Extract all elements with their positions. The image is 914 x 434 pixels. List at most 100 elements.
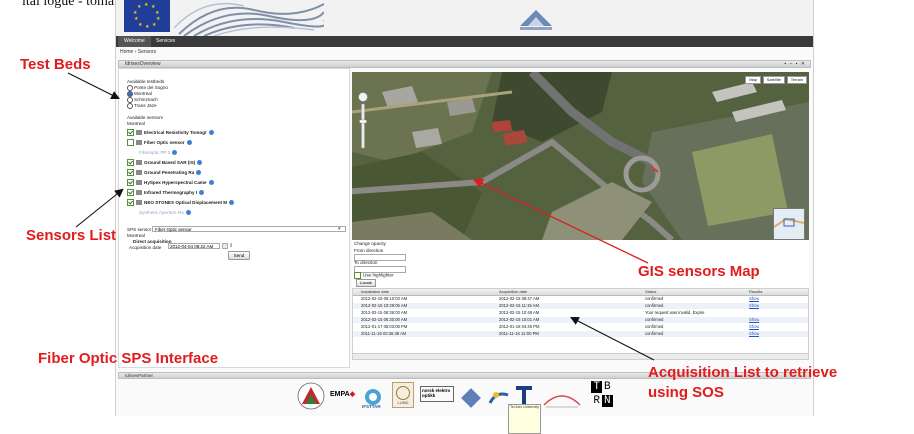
show-link[interactable]: Show	[749, 331, 759, 337]
table-cell: 2011-11-16 12:00 PM	[499, 331, 539, 336]
banner-swirl-graphic	[174, 2, 324, 36]
map-type-terrain-button[interactable]: Terrain	[786, 76, 807, 84]
info-icon[interactable]	[185, 210, 191, 216]
use-highlighter-option[interactable]: Use highlighter	[354, 272, 394, 279]
optical-icon	[136, 200, 142, 206]
sensor-checkbox[interactable]	[127, 169, 134, 177]
info-icon[interactable]	[197, 160, 203, 166]
project-logo-icon	[520, 10, 552, 30]
calendar-icon[interactable]	[222, 243, 228, 249]
table-row[interactable]: 2012-01-17 05:03:08 PM 2012-01-18 04:40 P…	[353, 324, 808, 330]
sensor-item[interactable]: Ground Penetrating Ra	[127, 168, 234, 178]
overview-minimap[interactable]	[773, 208, 805, 240]
send-button[interactable]: Send	[228, 251, 250, 260]
grid-header: Installation date Acquisition date Statu…	[353, 289, 808, 296]
sensor-item[interactable]: HySpex Hyperspectral Came	[127, 178, 234, 188]
table-row[interactable]: 2012-02-15 06:10:03 AM 2012-02-15 08:47 A…	[353, 296, 808, 302]
sensor-label: Fiber Optic sensor	[144, 140, 185, 145]
sensor-checkbox[interactable]	[127, 189, 134, 197]
empa-logo-text: EMPA	[330, 391, 350, 398]
sensor-item[interactable]: Fiberoptic PP 3	[127, 148, 234, 158]
show-link[interactable]: Show	[749, 317, 759, 323]
column-results[interactable]: Results	[749, 289, 762, 295]
show-link[interactable]: Show	[749, 303, 759, 309]
info-icon[interactable]	[172, 150, 178, 156]
tbn-logo-t: T	[591, 381, 602, 393]
info-icon[interactable]	[199, 190, 205, 196]
nav-welcome[interactable]: Welcome	[118, 36, 151, 47]
map-type-map-button[interactable]: Map	[745, 76, 761, 84]
thermo-icon	[136, 190, 142, 196]
map-type-satellite-button[interactable]: Satellite	[762, 76, 785, 84]
info-icon[interactable]	[196, 170, 202, 176]
sensor-item[interactable]: NEO STONES Optical Displacement M	[127, 198, 235, 208]
annotation-gis-sensors-map: GIS sensors Map	[638, 263, 760, 280]
nav-services[interactable]: Services	[150, 36, 181, 47]
info-icon[interactable]	[208, 130, 214, 136]
overview-panel-header: IdrisesOverview ▪ – ▪ ✕	[118, 60, 811, 68]
acquisition-date-input[interactable]: 2012-04-04 08:22 AM	[168, 243, 220, 249]
map-zoom-control[interactable]	[358, 92, 368, 152]
gis-map[interactable]: Map Satellite Terrain	[352, 72, 809, 240]
column-installation-date[interactable]: Installation date	[361, 289, 389, 295]
info-icon[interactable]	[229, 200, 235, 206]
direct-acquisition-label: Direct acquisition	[133, 239, 172, 244]
annotation-test-beds: Test Beds	[20, 56, 91, 73]
testbed-option[interactable]: Trans Jäze	[127, 103, 168, 109]
table-cell: 2012-01-17 05:03:08 PM	[361, 324, 408, 329]
info-icon[interactable]	[208, 180, 214, 186]
table-row[interactable]: 2012-02-15 06:36:03 AM 2012-02-15 10:48 A…	[353, 310, 808, 316]
column-acquisition-date[interactable]: Acquisition date	[499, 289, 527, 295]
testbed-label: Schinznach	[134, 97, 158, 103]
table-row[interactable]: 2012-02-15 10:29:05 AM 2012-02-15 11:15 A…	[353, 303, 808, 309]
panel-window-controls[interactable]: ▪ – ▪ ✕	[784, 61, 806, 68]
sensor-item[interactable]: Ground Based SAR (IS)	[127, 158, 234, 168]
sensor-item[interactable]: Fiber Optic sensor	[127, 138, 234, 148]
acquisition-grid: Installation date Acquisition date Statu…	[352, 288, 809, 360]
sensor-item[interactable]: Electrical Resistivity Tomogr	[127, 128, 234, 138]
sensor-item[interactable]: Synthetic Aperture Ra	[127, 208, 234, 218]
locate-button[interactable]: Locate	[356, 279, 376, 287]
show-link[interactable]: Show	[749, 324, 759, 330]
sensor-checkbox[interactable]	[127, 139, 134, 147]
from-direction-label: From direction	[354, 248, 384, 253]
sensor-selection-pane: Available testbeds Ponte del Sogno Montre…	[118, 68, 350, 368]
norsk-elektro-optikk-logo: norsk elektro optikk	[420, 386, 454, 402]
acquisition-date-label: Acquisition date	[129, 245, 162, 250]
column-status[interactable]: Status	[645, 289, 656, 295]
grid-horizontal-scrollbar[interactable]	[353, 353, 808, 359]
table-cell: 2012-02-15 06:30:00 AM	[361, 317, 408, 322]
sps-label: SPS sensor	[127, 227, 152, 232]
table-cell: 2012-01-18 04:40 PM	[499, 324, 540, 329]
time-stepper-icon[interactable]: ⇕	[229, 243, 233, 249]
show-link[interactable]: Show	[749, 296, 759, 302]
table-row[interactable]: 2012-02-15 06:30:00 AM 2012-02-15 10:01 A…	[353, 317, 808, 323]
sensor-checkbox[interactable]	[127, 199, 134, 207]
sensor-item[interactable]: Infrared Thermography I	[127, 188, 234, 198]
sensor-label: NEO STONES Optical Displacement M	[144, 200, 228, 205]
sensor-label: Electrical Resistivity Tomogr	[144, 130, 207, 135]
table-cell: 2012-02-15 10:01 AM	[499, 317, 540, 322]
sensor-checkbox[interactable]	[127, 129, 134, 137]
sps-testbed-label: Montreal	[127, 233, 145, 238]
empa-logo-mark: ◆	[349, 391, 356, 398]
use-highlighter-checkbox[interactable]	[354, 272, 361, 279]
table-row[interactable]: 2011-11-16 03:36:48 AM 2011-11-16 12:00 P…	[353, 331, 808, 337]
table-cell: 2012-02-15 11:15 AM	[499, 303, 539, 308]
app-window: ★ ★ ★ ★ ★ ★ ★ ★ ★ ★ Welcome Services Home › Sen…	[115, 0, 814, 434]
sensor-label: HySpex Hyperspectral Came	[144, 180, 207, 185]
sps-sensor-select[interactable]: Fiber Optic sensor	[152, 226, 346, 232]
annotation-acquisition-line-2: using SOS	[648, 384, 724, 401]
empa-logo: EMPA◆	[330, 388, 360, 402]
partner-logo-red-arc-icon	[543, 395, 581, 408]
annotation-acquisition-line-1: Acquisition List to retrieve	[648, 364, 838, 381]
sensor-checkbox[interactable]	[127, 179, 134, 187]
radio-button[interactable]	[127, 103, 133, 109]
testbed-label: Trans Jäze	[134, 103, 157, 109]
chevron-down-icon[interactable]: ▾	[338, 226, 341, 232]
sensor-checkbox[interactable]	[127, 159, 134, 167]
sensors-heading: Available sensors	[127, 115, 163, 120]
sensor-label: Fiberoptic PP 3	[139, 150, 171, 155]
info-icon[interactable]	[186, 140, 192, 146]
table-cell: confirmed	[645, 317, 664, 322]
